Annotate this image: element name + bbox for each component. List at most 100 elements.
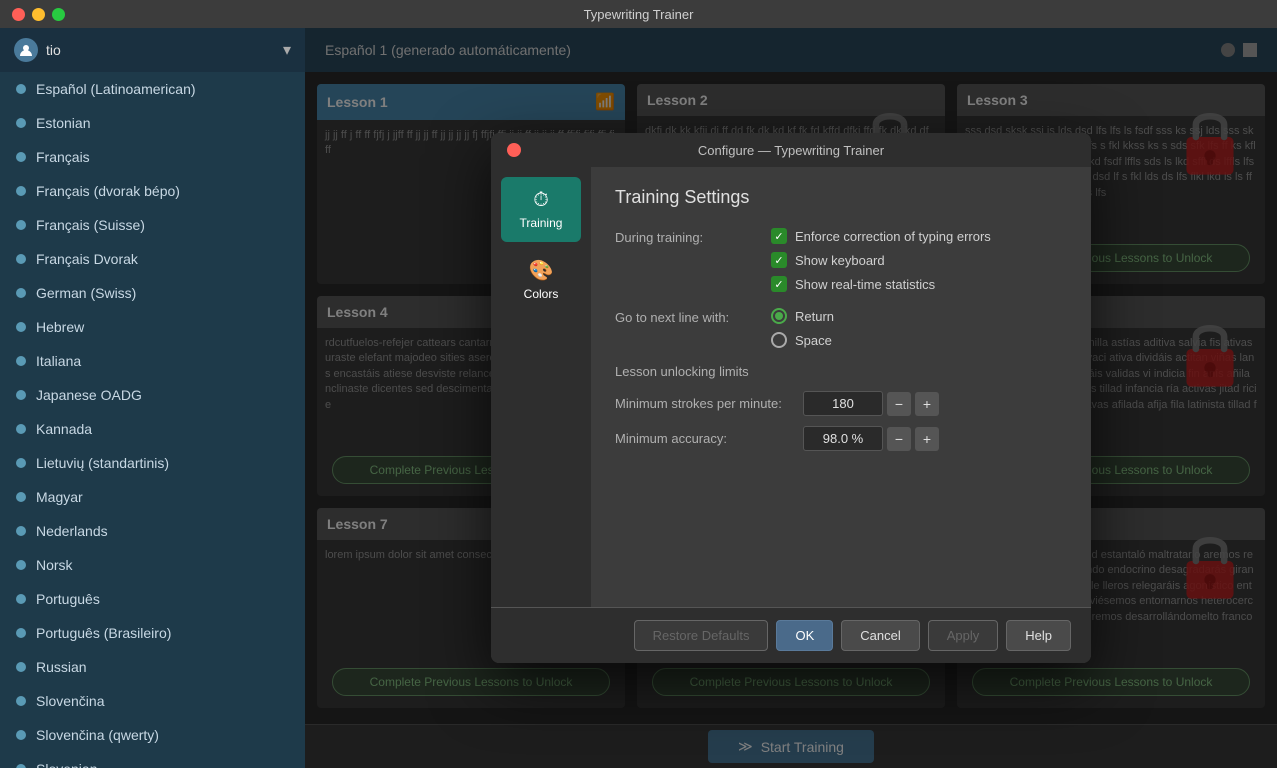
sidebar-item-label: Norsk — [36, 557, 73, 573]
content-area: Español 1 (generado automáticamente) Les… — [305, 28, 1277, 768]
modal-nav-training[interactable]: ⏱ Training — [501, 177, 581, 242]
sidebar-item-label: Slovenčina — [36, 693, 105, 709]
sidebar-item-kannada[interactable]: Kannada — [0, 412, 305, 446]
restore-defaults-button[interactable]: Restore Defaults — [634, 620, 769, 651]
cancel-button[interactable]: Cancel — [841, 620, 919, 651]
maximize-button[interactable] — [52, 8, 65, 21]
sidebar-item-estonian[interactable]: Estonian — [0, 106, 305, 140]
sidebar-item-espanol[interactable]: Español (Latinoamerican) — [0, 72, 305, 106]
item-dot — [16, 118, 26, 128]
sidebar-item-portugues-br[interactable]: Português (Brasileiro) — [0, 616, 305, 650]
sidebar-item-francais-dvorak-bepo[interactable]: Français (dvorak bépo) — [0, 174, 305, 208]
spinner-accuracy-label: Minimum accuracy: — [615, 431, 795, 446]
modal-nav-colors[interactable]: 🎨 Colors — [501, 246, 581, 313]
help-button[interactable]: Help — [1006, 620, 1071, 651]
username: tio — [46, 42, 61, 58]
item-dot — [16, 458, 26, 468]
sidebar-item-label: Português (Brasileiro) — [36, 625, 171, 641]
sidebar-item-label: Hebrew — [36, 319, 84, 335]
radio-label-space: Space — [795, 333, 832, 348]
colors-icon: 🎨 — [529, 258, 554, 283]
sidebar-item-label: Español (Latinoamerican) — [36, 81, 196, 97]
sidebar-item-italiana[interactable]: Italiana — [0, 344, 305, 378]
modal-content: Training Settings During training: ✓ Enf… — [591, 167, 1091, 607]
sidebar-item-label: Slovenian — [36, 761, 98, 768]
checkbox-show-keyboard[interactable]: ✓ Show keyboard — [771, 252, 991, 268]
checkbox-label-2: Show keyboard — [795, 253, 885, 268]
sidebar-item-label: Slovenčina (qwerty) — [36, 727, 159, 743]
item-dot — [16, 594, 26, 604]
item-dot — [16, 492, 26, 502]
title-bar: Typewriting Trainer — [0, 0, 1277, 28]
sidebar-item-lietuv[interactable]: Lietuvių (standartinis) — [0, 446, 305, 480]
checkbox-show-stats[interactable]: ✓ Show real-time statistics — [771, 276, 991, 292]
modal-close-button[interactable] — [507, 143, 521, 157]
sidebar-header: tio ▾ — [0, 28, 305, 72]
sidebar-item-label: Français — [36, 149, 90, 165]
sidebar-item-francais[interactable]: Français — [0, 140, 305, 174]
item-dot — [16, 424, 26, 434]
sidebar-user: tio — [14, 38, 61, 62]
sidebar-item-hebrew[interactable]: Hebrew — [0, 310, 305, 344]
item-dot — [16, 560, 26, 570]
close-button[interactable] — [12, 8, 25, 21]
sidebar-item-label: Kannada — [36, 421, 92, 437]
sidebar-item-russian[interactable]: Russian — [0, 650, 305, 684]
radio-space[interactable]: Space — [771, 332, 834, 348]
checkbox-label-1: Enforce correction of typing errors — [795, 229, 991, 244]
sidebar-item-francais-dvorak[interactable]: Français Dvorak — [0, 242, 305, 276]
item-dot — [16, 730, 26, 740]
chevron-down-icon[interactable]: ▾ — [283, 40, 291, 60]
item-dot — [16, 186, 26, 196]
modal-section-title: Training Settings — [615, 187, 1067, 208]
checkbox-enforce-correction[interactable]: ✓ Enforce correction of typing errors — [771, 228, 991, 244]
item-dot — [16, 288, 26, 298]
spinner-strokes-minus[interactable]: − — [887, 392, 911, 416]
training-nav-label: Training — [520, 216, 563, 230]
item-dot — [16, 696, 26, 706]
sidebar-item-norsk[interactable]: Norsk — [0, 548, 305, 582]
ok-button[interactable]: OK — [776, 620, 833, 651]
configure-modal: Configure — Typewriting Trainer ⏱ Traini… — [491, 133, 1091, 663]
sidebar-item-francais-suisse[interactable]: Français (Suisse) — [0, 208, 305, 242]
sidebar-item-german-swiss[interactable]: German (Swiss) — [0, 276, 305, 310]
during-training-row: During training: ✓ Enforce correction of… — [615, 228, 1067, 292]
main-layout: tio ▾ Español (Latinoamerican) Estonian … — [0, 28, 1277, 768]
spinner-accuracy-row: Minimum accuracy: 98.0 % − + — [615, 426, 1067, 451]
sidebar-item-japanese[interactable]: Japanese OADG — [0, 378, 305, 412]
sidebar-item-nederlands[interactable]: Nederlands — [0, 514, 305, 548]
during-training-label: During training: — [615, 228, 755, 245]
sidebar-item-slovencina-qwerty[interactable]: Slovenčina (qwerty) — [0, 718, 305, 752]
minimize-button[interactable] — [32, 8, 45, 21]
spinner-strokes-plus[interactable]: + — [915, 392, 939, 416]
sidebar-item-slovenian[interactable]: Slovenian — [0, 752, 305, 768]
modal-titlebar: Configure — Typewriting Trainer — [491, 133, 1091, 167]
next-line-row: Go to next line with: Return Space — [615, 308, 1067, 348]
sidebar-item-label: Japanese OADG — [36, 387, 142, 403]
item-dot — [16, 628, 26, 638]
sidebar-item-slovencina[interactable]: Slovenčina — [0, 684, 305, 718]
spinner-accuracy-minus[interactable]: − — [887, 427, 911, 451]
sidebar-item-label: Nederlands — [36, 523, 108, 539]
sidebar-item-label: Estonian — [36, 115, 90, 131]
sidebar-item-label: Français Dvorak — [36, 251, 138, 267]
item-dot — [16, 220, 26, 230]
item-dot — [16, 84, 26, 94]
radio-icon-space — [771, 332, 787, 348]
sidebar-item-portugues[interactable]: Português — [0, 582, 305, 616]
sidebar-item-label: Magyar — [36, 489, 83, 505]
modal-overlay: Configure — Typewriting Trainer ⏱ Traini… — [305, 28, 1277, 768]
spinner-accuracy-control: 98.0 % − + — [803, 426, 939, 451]
checkbox-icon-3: ✓ — [771, 276, 787, 292]
apply-button[interactable]: Apply — [928, 620, 999, 651]
window-controls — [12, 8, 65, 21]
colors-nav-label: Colors — [524, 287, 559, 301]
item-dot — [16, 356, 26, 366]
checkbox-icon-2: ✓ — [771, 252, 787, 268]
item-dot — [16, 152, 26, 162]
spinner-strokes-control: 180 − + — [803, 391, 939, 416]
sidebar-item-magyar[interactable]: Magyar — [0, 480, 305, 514]
radio-return[interactable]: Return — [771, 308, 834, 324]
spinner-accuracy-plus[interactable]: + — [915, 427, 939, 451]
modal-title: Configure — Typewriting Trainer — [698, 143, 884, 158]
